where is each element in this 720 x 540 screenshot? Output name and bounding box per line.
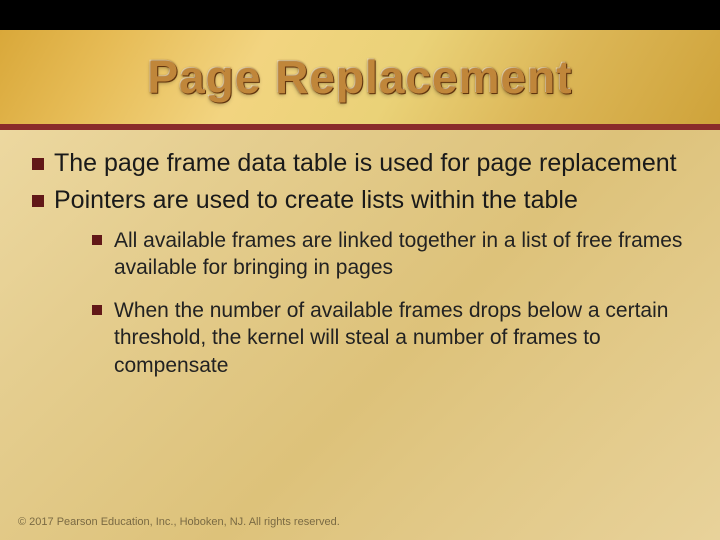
bullet-sub-text: When the number of available frames drop… [114, 299, 668, 377]
slide-content: The page frame data table is used for pa… [0, 130, 720, 405]
slide-header: Page Replacement [0, 30, 720, 130]
top-black-bar [0, 0, 720, 30]
bullet-main: Pointers are used to create lists within… [28, 185, 692, 379]
bullet-main-text: Pointers are used to create lists within… [54, 186, 578, 214]
bullet-sub: When the number of available frames drop… [90, 297, 692, 379]
bullet-sub-text: All available frames are linked together… [114, 229, 682, 279]
copyright-footer: © 2017 Pearson Education, Inc., Hoboken,… [18, 516, 340, 528]
bullet-sub: All available frames are linked together… [90, 227, 692, 282]
bullet-main: The page frame data table is used for pa… [28, 148, 692, 179]
slide-title: Page Replacement [147, 50, 572, 104]
bullet-main-text: The page frame data table is used for pa… [54, 149, 677, 177]
